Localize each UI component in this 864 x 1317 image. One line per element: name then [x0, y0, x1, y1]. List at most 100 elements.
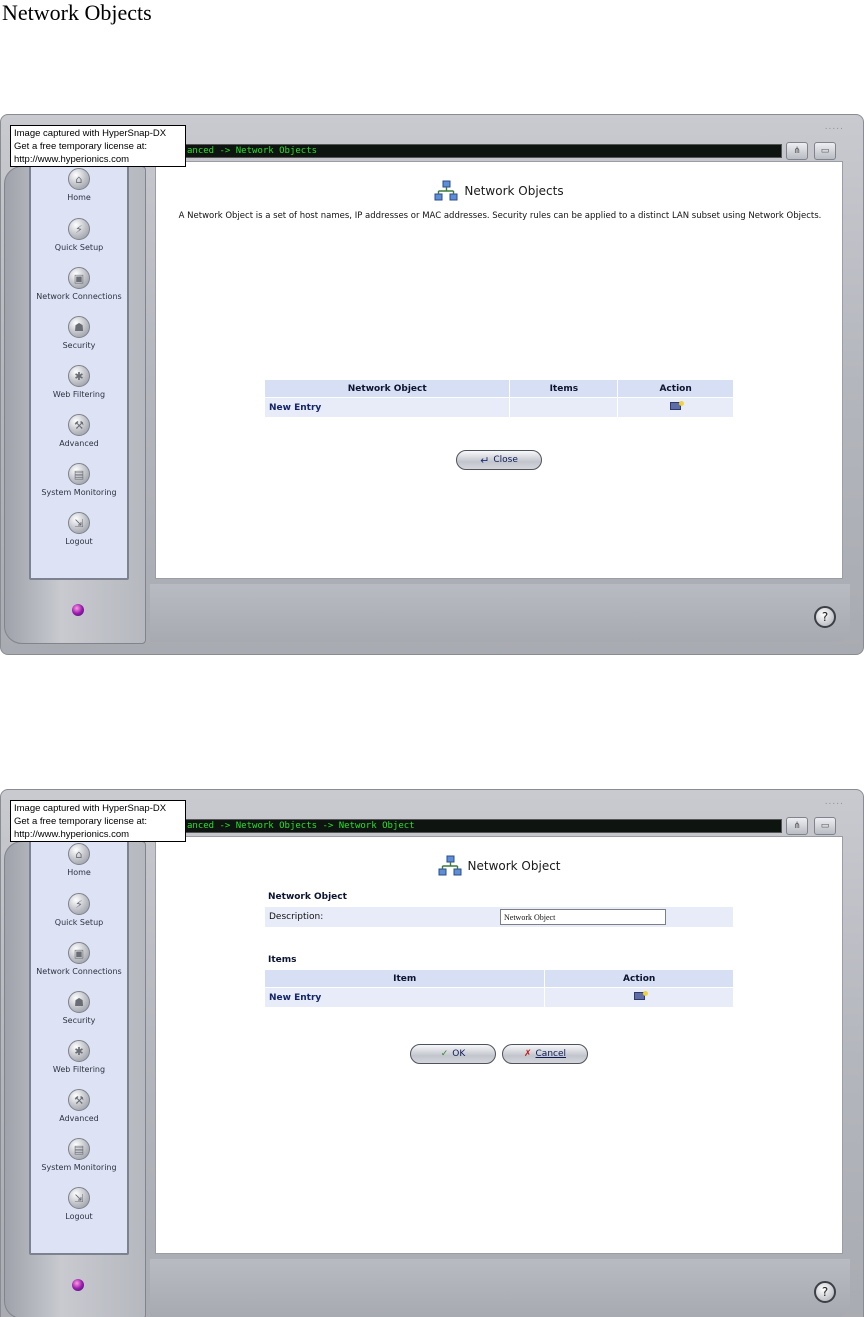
- sidebar-nav: ⌂ Home ⚡ Quick Setup ▣ Network Connectio…: [29, 164, 129, 580]
- add-entry-icon[interactable]: [633, 991, 648, 1000]
- sidebar-item-web-filtering[interactable]: ✱ Web Filtering: [31, 365, 127, 411]
- quick-setup-icon: ⚡: [68, 218, 90, 240]
- watermark-line: Get a free temporary license at:: [14, 816, 148, 827]
- watermark-line: Get a free temporary license at:: [14, 141, 148, 152]
- watermark-line: http://www.hyperionics.com: [14, 154, 130, 165]
- security-icon: ☗: [68, 316, 90, 338]
- sidebar-item-label: Web Filtering: [52, 1065, 106, 1074]
- window-button[interactable]: ▭: [814, 817, 836, 835]
- description-input[interactable]: [500, 909, 666, 925]
- sidebar-item-security[interactable]: ☗ Security: [31, 991, 127, 1037]
- help-icon[interactable]: ?: [814, 606, 836, 628]
- network-connections-icon: ▣: [68, 942, 90, 964]
- home-icon: ⌂: [68, 168, 90, 190]
- sidebar-item-label: System Monitoring: [41, 488, 117, 497]
- sidebar-item-label: Home: [67, 868, 91, 877]
- help-icon[interactable]: ?: [814, 1281, 836, 1303]
- network-objects-icon: [434, 180, 458, 201]
- security-icon: ☗: [68, 991, 90, 1013]
- sidebar-item-system-monitoring[interactable]: ▤ System Monitoring: [31, 1138, 127, 1184]
- sidebar-item-label: Logout: [65, 1212, 93, 1221]
- web-filtering-icon: ✱: [68, 365, 90, 387]
- cancel-button-label: Cancel: [535, 1049, 567, 1059]
- logout-icon: ⇲: [68, 512, 90, 534]
- watermark-line: Image captured with HyperSnap-DX: [14, 128, 167, 139]
- page-title: Network Object: [467, 859, 561, 873]
- quick-setup-icon: ⚡: [68, 893, 90, 915]
- screenshot-network-objects: ..... ⌂ Home ⚡ Quick Setup ▣ Network Con…: [0, 114, 864, 655]
- col-header-item: Item: [263, 969, 546, 988]
- sidebar-item-label: Advanced: [59, 1114, 99, 1123]
- system-monitoring-icon: ▤: [68, 1138, 90, 1160]
- brand-logo-icon: [72, 1279, 84, 1291]
- add-entry-icon[interactable]: [670, 401, 685, 410]
- network-map-button[interactable]: ⋔: [786, 817, 808, 835]
- page-title-row: Network Object: [156, 855, 842, 877]
- breadcrumb: anced -> Network Objects -> Network Obje…: [187, 821, 415, 831]
- intro-text: A Network Object is a set of host names,…: [178, 211, 822, 221]
- sidebar-item-quick-setup[interactable]: ⚡ Quick Setup: [31, 218, 127, 264]
- sidebar-footer: [29, 1261, 129, 1313]
- document-heading: Network Objects: [2, 0, 152, 25]
- sidebar-item-logout[interactable]: ⇲ Logout: [31, 512, 127, 558]
- close-button[interactable]: ↵ Close: [456, 450, 542, 470]
- network-map-button[interactable]: ⋔: [786, 142, 808, 160]
- resize-grip[interactable]: .....: [825, 797, 844, 807]
- description-label: Description:: [269, 912, 324, 922]
- sidebar-footer: [29, 586, 129, 638]
- web-filtering-icon: ✱: [68, 1040, 90, 1062]
- sidebar-item-label: Security: [62, 341, 96, 350]
- sidebar-item-home[interactable]: ⌂ Home: [31, 843, 127, 889]
- watermark-line: http://www.hyperionics.com: [14, 829, 130, 840]
- main-content: Network Object Network Object Descriptio…: [155, 836, 843, 1254]
- enter-arrow-icon: ↵: [480, 453, 490, 467]
- watermark-line: Image captured with HyperSnap-DX: [14, 803, 167, 814]
- sidebar-nav: ⌂ Home ⚡ Quick Setup ▣ Network Connectio…: [29, 839, 129, 1255]
- new-entry-link[interactable]: New Entry: [269, 993, 321, 1003]
- col-header-items: Items: [509, 379, 619, 398]
- hypersnap-watermark: Image captured with HyperSnap-DX Get a f…: [10, 800, 186, 842]
- sidebar-item-label: System Monitoring: [41, 1163, 117, 1172]
- hypersnap-watermark: Image captured with HyperSnap-DX Get a f…: [10, 125, 186, 167]
- window-button[interactable]: ▭: [814, 142, 836, 160]
- brand-logo-icon: [72, 604, 84, 616]
- sidebar-item-quick-setup[interactable]: ⚡ Quick Setup: [31, 893, 127, 939]
- home-icon: ⌂: [68, 843, 90, 865]
- breadcrumb: anced -> Network Objects: [187, 146, 318, 156]
- sidebar-item-label: Logout: [65, 537, 93, 546]
- col-header-network-object: Network Object: [263, 379, 511, 398]
- sidebar-item-security[interactable]: ☗ Security: [31, 316, 127, 362]
- sidebar-item-network-connections[interactable]: ▣ Network Connections: [31, 942, 127, 988]
- sidebar-item-system-monitoring[interactable]: ▤ System Monitoring: [31, 463, 127, 509]
- sidebar-item-logout[interactable]: ⇲ Logout: [31, 1187, 127, 1233]
- resize-grip[interactable]: .....: [825, 122, 844, 132]
- sidebar-item-label: Advanced: [59, 439, 99, 448]
- sidebar-item-label: Quick Setup: [54, 243, 104, 252]
- network-connections-icon: ▣: [68, 267, 90, 289]
- cancel-button[interactable]: ✗ Cancel: [502, 1044, 588, 1064]
- advanced-icon: ⚒: [68, 414, 90, 436]
- checkmark-icon: ✓: [440, 1049, 449, 1059]
- col-header-action: Action: [544, 969, 734, 988]
- network-object-icon: [438, 855, 461, 876]
- breadcrumb-bar: anced -> Network Objects: [150, 144, 782, 158]
- close-button-label: Close: [493, 455, 518, 465]
- sidebar-item-label: Network Connections: [36, 967, 122, 976]
- sidebar-item-label: Network Connections: [36, 292, 122, 301]
- sidebar-item-advanced[interactable]: ⚒ Advanced: [31, 414, 127, 460]
- sidebar-item-label: Security: [62, 1016, 96, 1025]
- page-title: Network Objects: [464, 184, 564, 198]
- ok-button-label: OK: [452, 1049, 466, 1059]
- col-header-action: Action: [617, 379, 734, 398]
- ok-button[interactable]: ✓ OK: [410, 1044, 496, 1064]
- main-content: Network Objects A Network Object is a se…: [155, 161, 843, 579]
- sidebar-item-network-connections[interactable]: ▣ Network Connections: [31, 267, 127, 313]
- sidebar-item-advanced[interactable]: ⚒ Advanced: [31, 1089, 127, 1135]
- sidebar-item-home[interactable]: ⌂ Home: [31, 168, 127, 214]
- items-table: Item Action New Entry: [263, 969, 734, 1008]
- network-objects-table: Network Object Items Action New Entry: [263, 379, 734, 418]
- system-monitoring-icon: ▤: [68, 463, 90, 485]
- sidebar-item-web-filtering[interactable]: ✱ Web Filtering: [31, 1040, 127, 1086]
- new-entry-link[interactable]: New Entry: [269, 403, 321, 413]
- items-cell: [509, 397, 619, 418]
